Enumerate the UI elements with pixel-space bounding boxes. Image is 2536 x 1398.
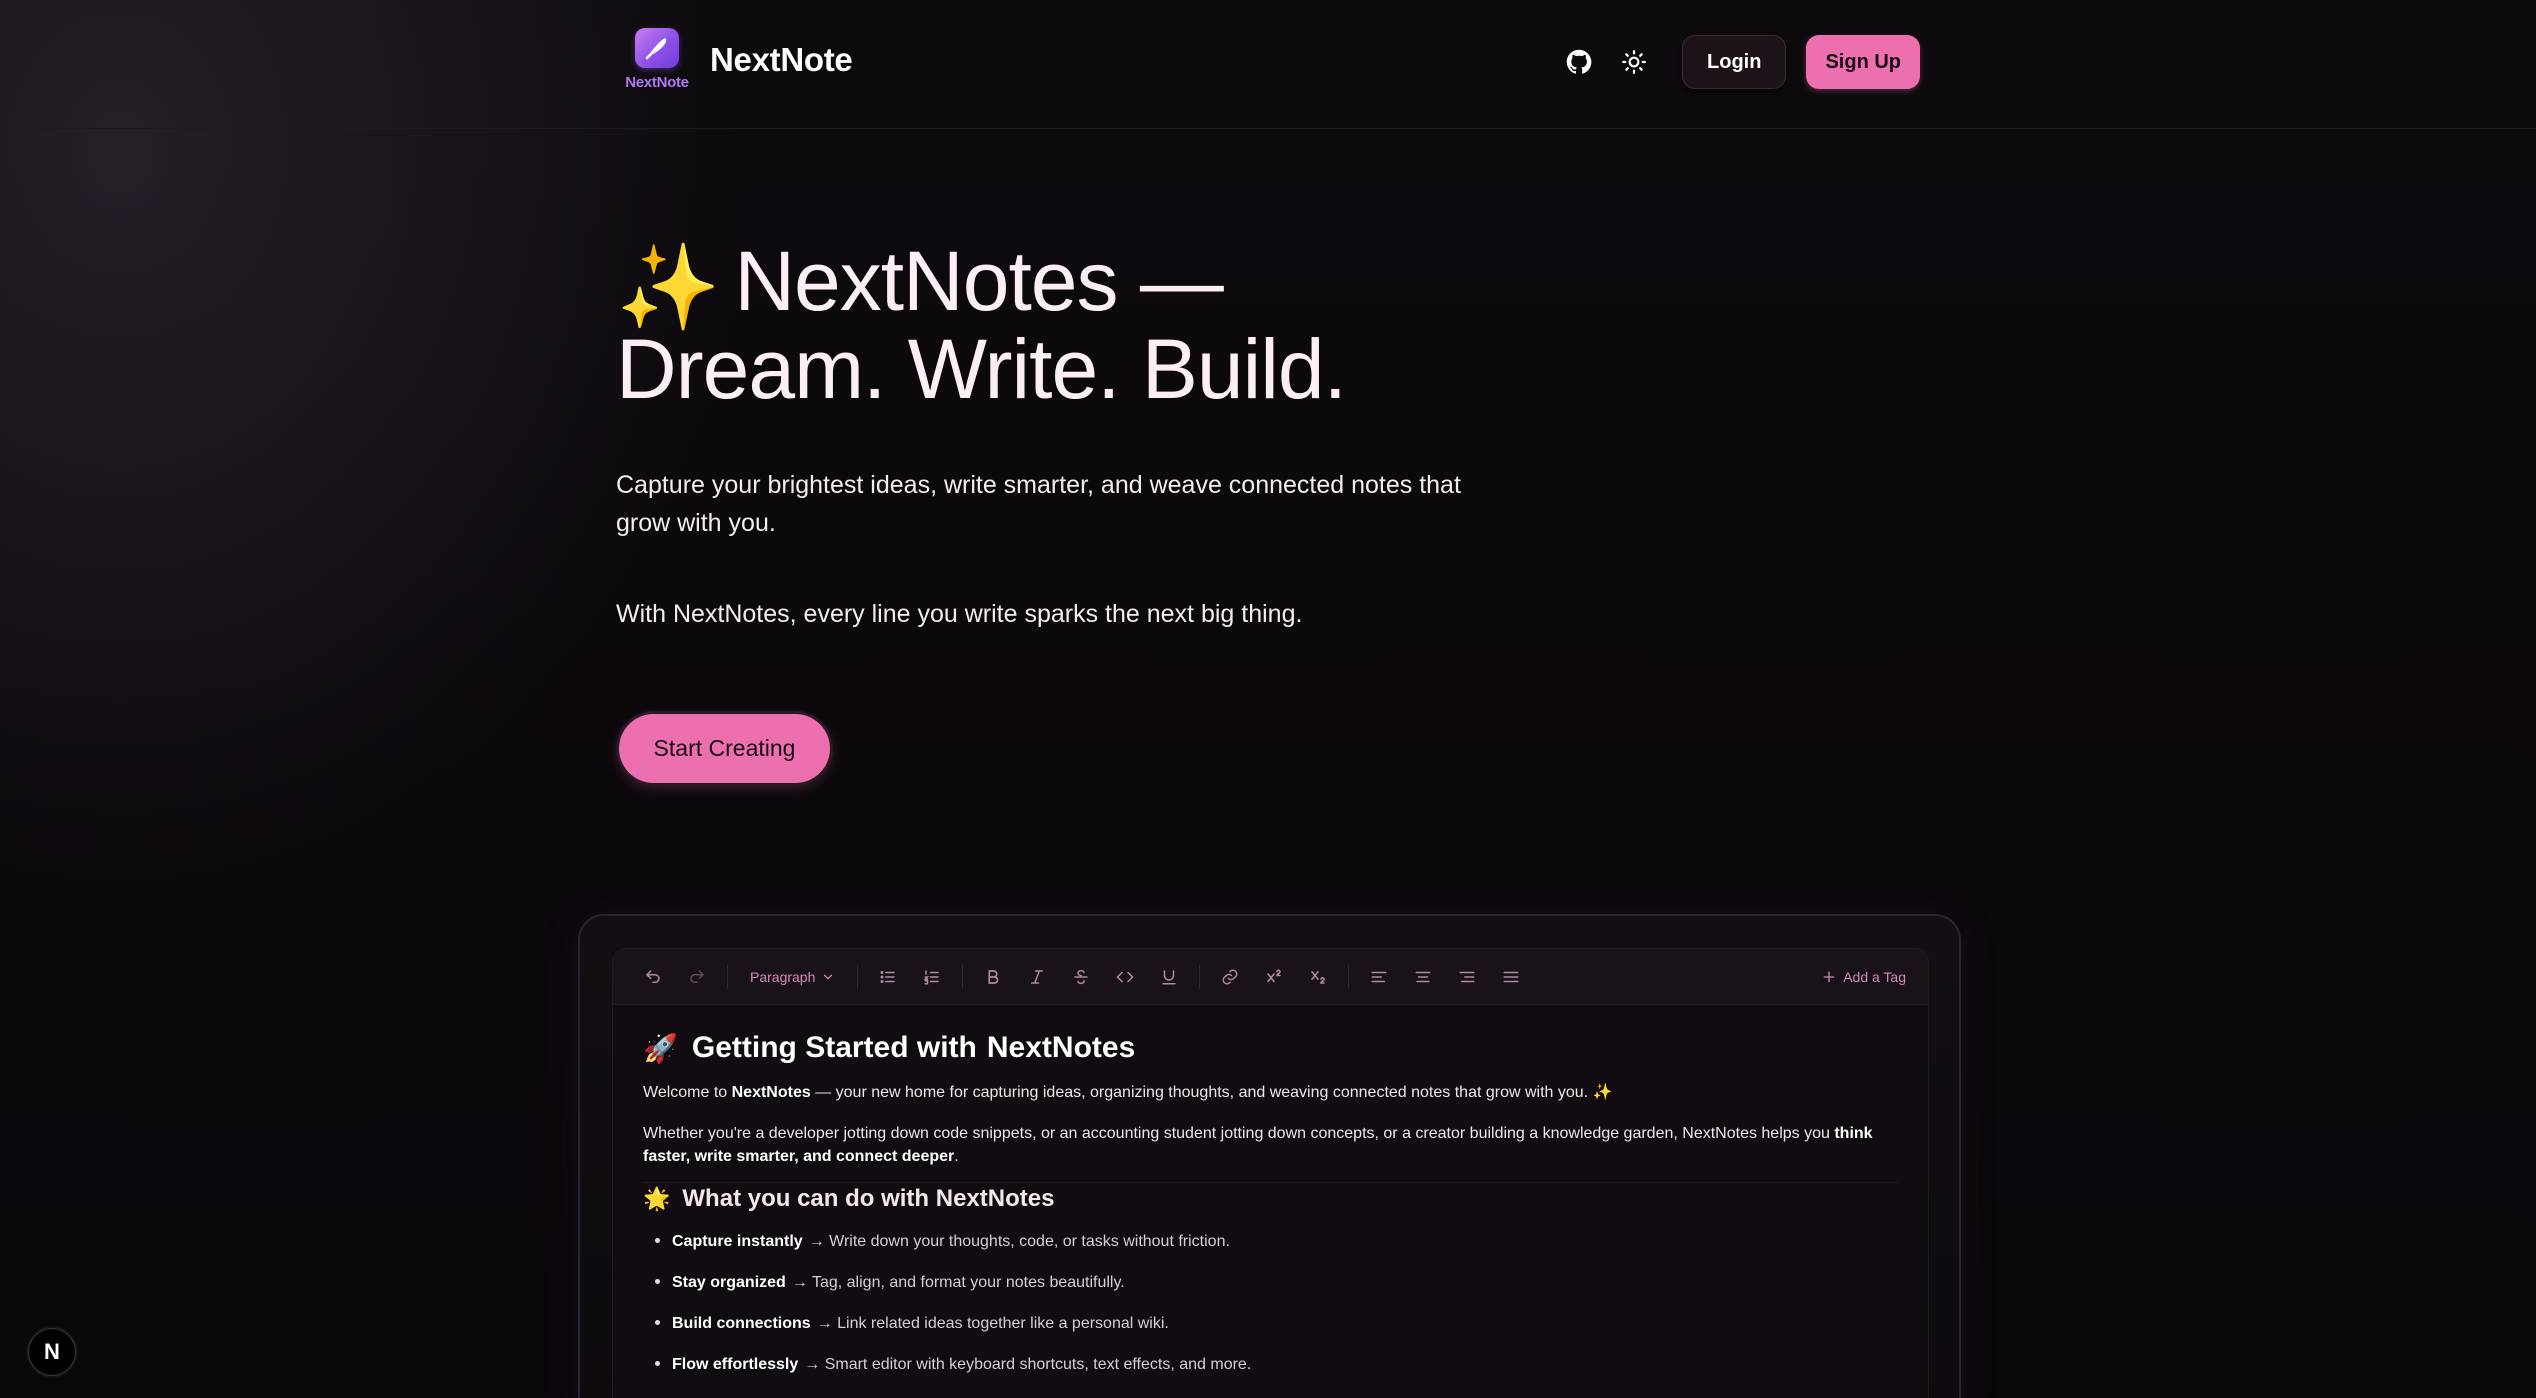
add-tag-button[interactable]: Add a Tag (1821, 949, 1906, 1005)
ordered-list-icon[interactable] (910, 955, 954, 999)
code-icon[interactable] (1103, 955, 1147, 999)
align-right-icon[interactable] (1445, 955, 1489, 999)
feature-desc: → Link related ideas together like a per… (816, 1315, 1169, 1332)
editor-preview-frame: Paragraph Add a Tag 🚀 Getting Started wi… (578, 914, 1961, 1398)
toolbar-divider (1348, 964, 1350, 989)
align-center-icon[interactable] (1401, 955, 1445, 999)
feature-title: Build connections (672, 1315, 811, 1332)
nav-actions: Login Sign Up (1558, 35, 1920, 89)
undo-icon[interactable] (631, 955, 675, 999)
brand[interactable]: NextNote NextNote (620, 26, 853, 94)
hero-subtitle-2: With NextNotes, every line you write spa… (616, 600, 1303, 628)
text-run: — your new home for capturing ideas, org… (810, 1084, 1613, 1101)
link-icon[interactable] (1208, 955, 1252, 999)
doc-paragraph-welcome: Welcome to NextNotes — your new home for… (643, 1081, 1898, 1104)
bold-icon[interactable] (971, 955, 1015, 999)
feature-title: Stay organized (672, 1274, 786, 1291)
doc-heading-bold: NextNotes (986, 1031, 1136, 1064)
block-type-label: Paragraph (750, 968, 816, 985)
login-button[interactable]: Login (1682, 35, 1787, 89)
toolbar-divider (857, 964, 859, 989)
chevron-down-icon (824, 974, 833, 980)
feature-list: Capture instantly → Write down your thoug… (643, 1231, 1898, 1376)
feature-desc: → Tag, align, and format your notes beau… (791, 1274, 1125, 1291)
bullet-dot (655, 1279, 660, 1284)
superscript-icon[interactable] (1252, 955, 1296, 999)
list-item: Build connections → Link related ideas to… (655, 1313, 1898, 1335)
rich-text-editor[interactable]: Paragraph Add a Tag 🚀 Getting Started wi… (612, 948, 1929, 1398)
doc-heading: 🚀 Getting Started with NextNotes (643, 1031, 1898, 1065)
feature-desc: → Smart editor with keyboard shortcuts, … (804, 1356, 1252, 1373)
doc-heading-text: Getting Started with (691, 1031, 977, 1064)
site-header: NextNote NextNote Login Sign Up (0, 0, 2536, 129)
bullet-list-icon[interactable] (866, 955, 910, 999)
toolbar-divider (727, 964, 728, 989)
sparkles-icon: ✨ (616, 240, 721, 334)
list-item: Stay organized → Tag, align, and format y… (655, 1272, 1898, 1294)
toolbar-divider (962, 964, 964, 989)
nextjs-dev-badge[interactable]: N (28, 1328, 76, 1376)
doc-subheading-text: What you can do with NextNotes (682, 1185, 1055, 1212)
doc-paragraph-audience: Whether you're a developer jotting down … (643, 1122, 1898, 1168)
doc-subheading: 🌟 What you can do with NextNotes (643, 1182, 1898, 1213)
signup-button[interactable]: Sign Up (1806, 35, 1920, 89)
bullet-dot (655, 1361, 660, 1366)
redo-icon[interactable] (675, 955, 719, 999)
underline-icon[interactable] (1147, 955, 1191, 999)
list-item: Flow effortlessly → Smart editor with key… (655, 1354, 1898, 1376)
start-creating-button[interactable]: Start Creating (619, 714, 830, 783)
hero-title-line1: NextNotes — (734, 234, 1223, 328)
brand-name: NextNote (710, 41, 853, 78)
toolbar-divider (1199, 964, 1201, 989)
hero-subtitle: Capture your brightest ideas, write smar… (616, 471, 1461, 537)
text-run: Welcome to (643, 1084, 732, 1101)
github-icon[interactable] (1558, 41, 1600, 83)
bullet-dot (655, 1320, 660, 1325)
logo-text: NextNote (625, 74, 689, 91)
text-run-bold: NextNotes (731, 1084, 811, 1101)
strikethrough-icon[interactable] (1059, 955, 1103, 999)
bullet-dot (655, 1238, 660, 1243)
plus-icon (1823, 971, 1835, 983)
list-item: Capture instantly → Write down your thoug… (655, 1231, 1898, 1253)
block-type-select[interactable]: Paragraph (742, 969, 843, 985)
subscript-icon[interactable] (1296, 955, 1340, 999)
editor-content[interactable]: 🚀 Getting Started with NextNotes Welcome… (613, 1005, 1928, 1376)
editor-toolbar: Paragraph Add a Tag (613, 949, 1928, 1005)
italic-icon[interactable] (1015, 955, 1059, 999)
hero-title: ✨ NextNotes — Dream. Write. Build. (616, 239, 1516, 411)
text-run: . (954, 1148, 959, 1165)
logo: NextNote (620, 26, 694, 94)
sun-icon[interactable] (1613, 41, 1655, 83)
feather-pen-icon (635, 28, 679, 68)
align-left-icon[interactable] (1357, 955, 1401, 999)
feature-title: Flow effortlessly (672, 1356, 799, 1373)
feature-desc: → Write down your thoughts, code, or tas… (808, 1233, 1230, 1250)
feature-title: Capture instantly (672, 1233, 803, 1250)
add-tag-label: Add a Tag (1843, 969, 1906, 985)
rocket-icon: 🚀 (643, 1032, 678, 1064)
align-justify-icon[interactable] (1489, 955, 1533, 999)
text-run: Whether you're a developer jotting down … (643, 1125, 1835, 1142)
hero-title-line2: Dream. Write. Build. (616, 322, 1347, 416)
glowing-star-icon: 🌟 (643, 1186, 671, 1211)
